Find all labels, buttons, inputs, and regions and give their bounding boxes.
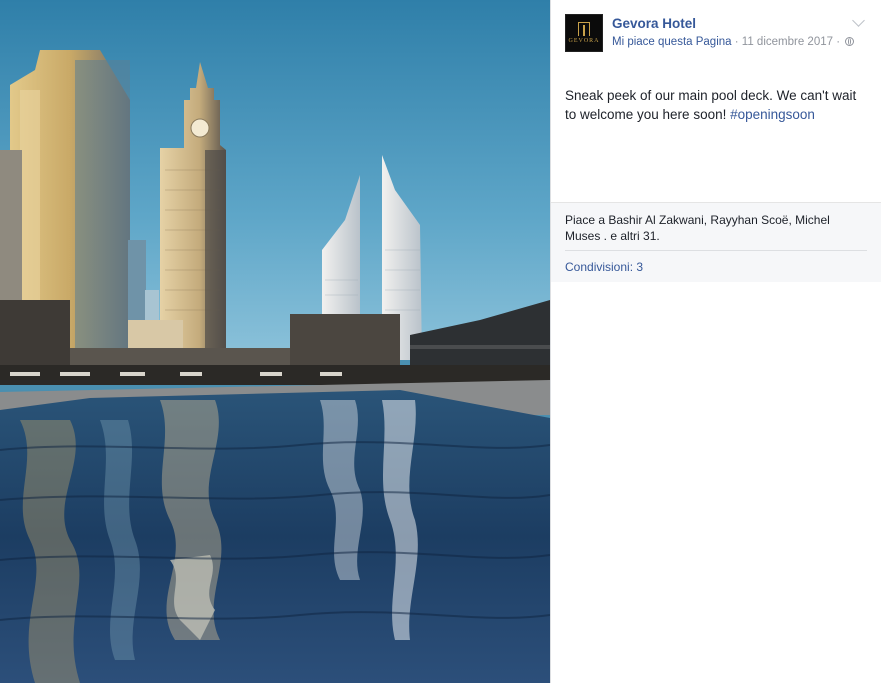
post-header: GEVORA Gevora Hotel Mi piace questa Pagi… bbox=[551, 0, 881, 62]
page-name-link[interactable]: Gevora Hotel bbox=[612, 17, 867, 31]
page-avatar[interactable]: GEVORA bbox=[565, 14, 603, 52]
avatar-text: GEVORA bbox=[568, 38, 600, 44]
feedback-section: Piace a Bashir Al Zakwani, Rayyhan Scoë,… bbox=[551, 202, 881, 282]
post-text: Sneak peek of our main pool deck. We can… bbox=[551, 62, 881, 202]
post-details-panel: GEVORA Gevora Hotel Mi piace questa Pagi… bbox=[550, 0, 881, 683]
hashtag-link[interactable]: #openingsoon bbox=[730, 107, 815, 122]
likes-summary[interactable]: Piace a Bashir Al Zakwani, Rayyhan Scoë,… bbox=[565, 203, 867, 251]
like-page-link[interactable]: Mi piace questa Pagina bbox=[612, 36, 732, 48]
photo-viewer: GEVORA Gevora Hotel Mi piace questa Pagi… bbox=[0, 0, 881, 683]
meta-separator-2: · bbox=[833, 35, 844, 48]
post-meta: Mi piace questa Pagina · 11 dicembre 201… bbox=[612, 35, 867, 49]
meta-separator: · bbox=[731, 35, 742, 48]
globe-icon bbox=[845, 36, 855, 46]
pool-photo-illustration bbox=[0, 0, 550, 683]
header-text: Gevora Hotel Mi piace questa Pagina · 11… bbox=[612, 14, 867, 48]
shares-link[interactable]: Condivisioni: 3 bbox=[565, 251, 643, 274]
post-date[interactable]: 11 dicembre 2017 bbox=[742, 36, 833, 48]
hotel-logo-icon bbox=[578, 22, 590, 36]
post-photo[interactable] bbox=[0, 0, 550, 683]
